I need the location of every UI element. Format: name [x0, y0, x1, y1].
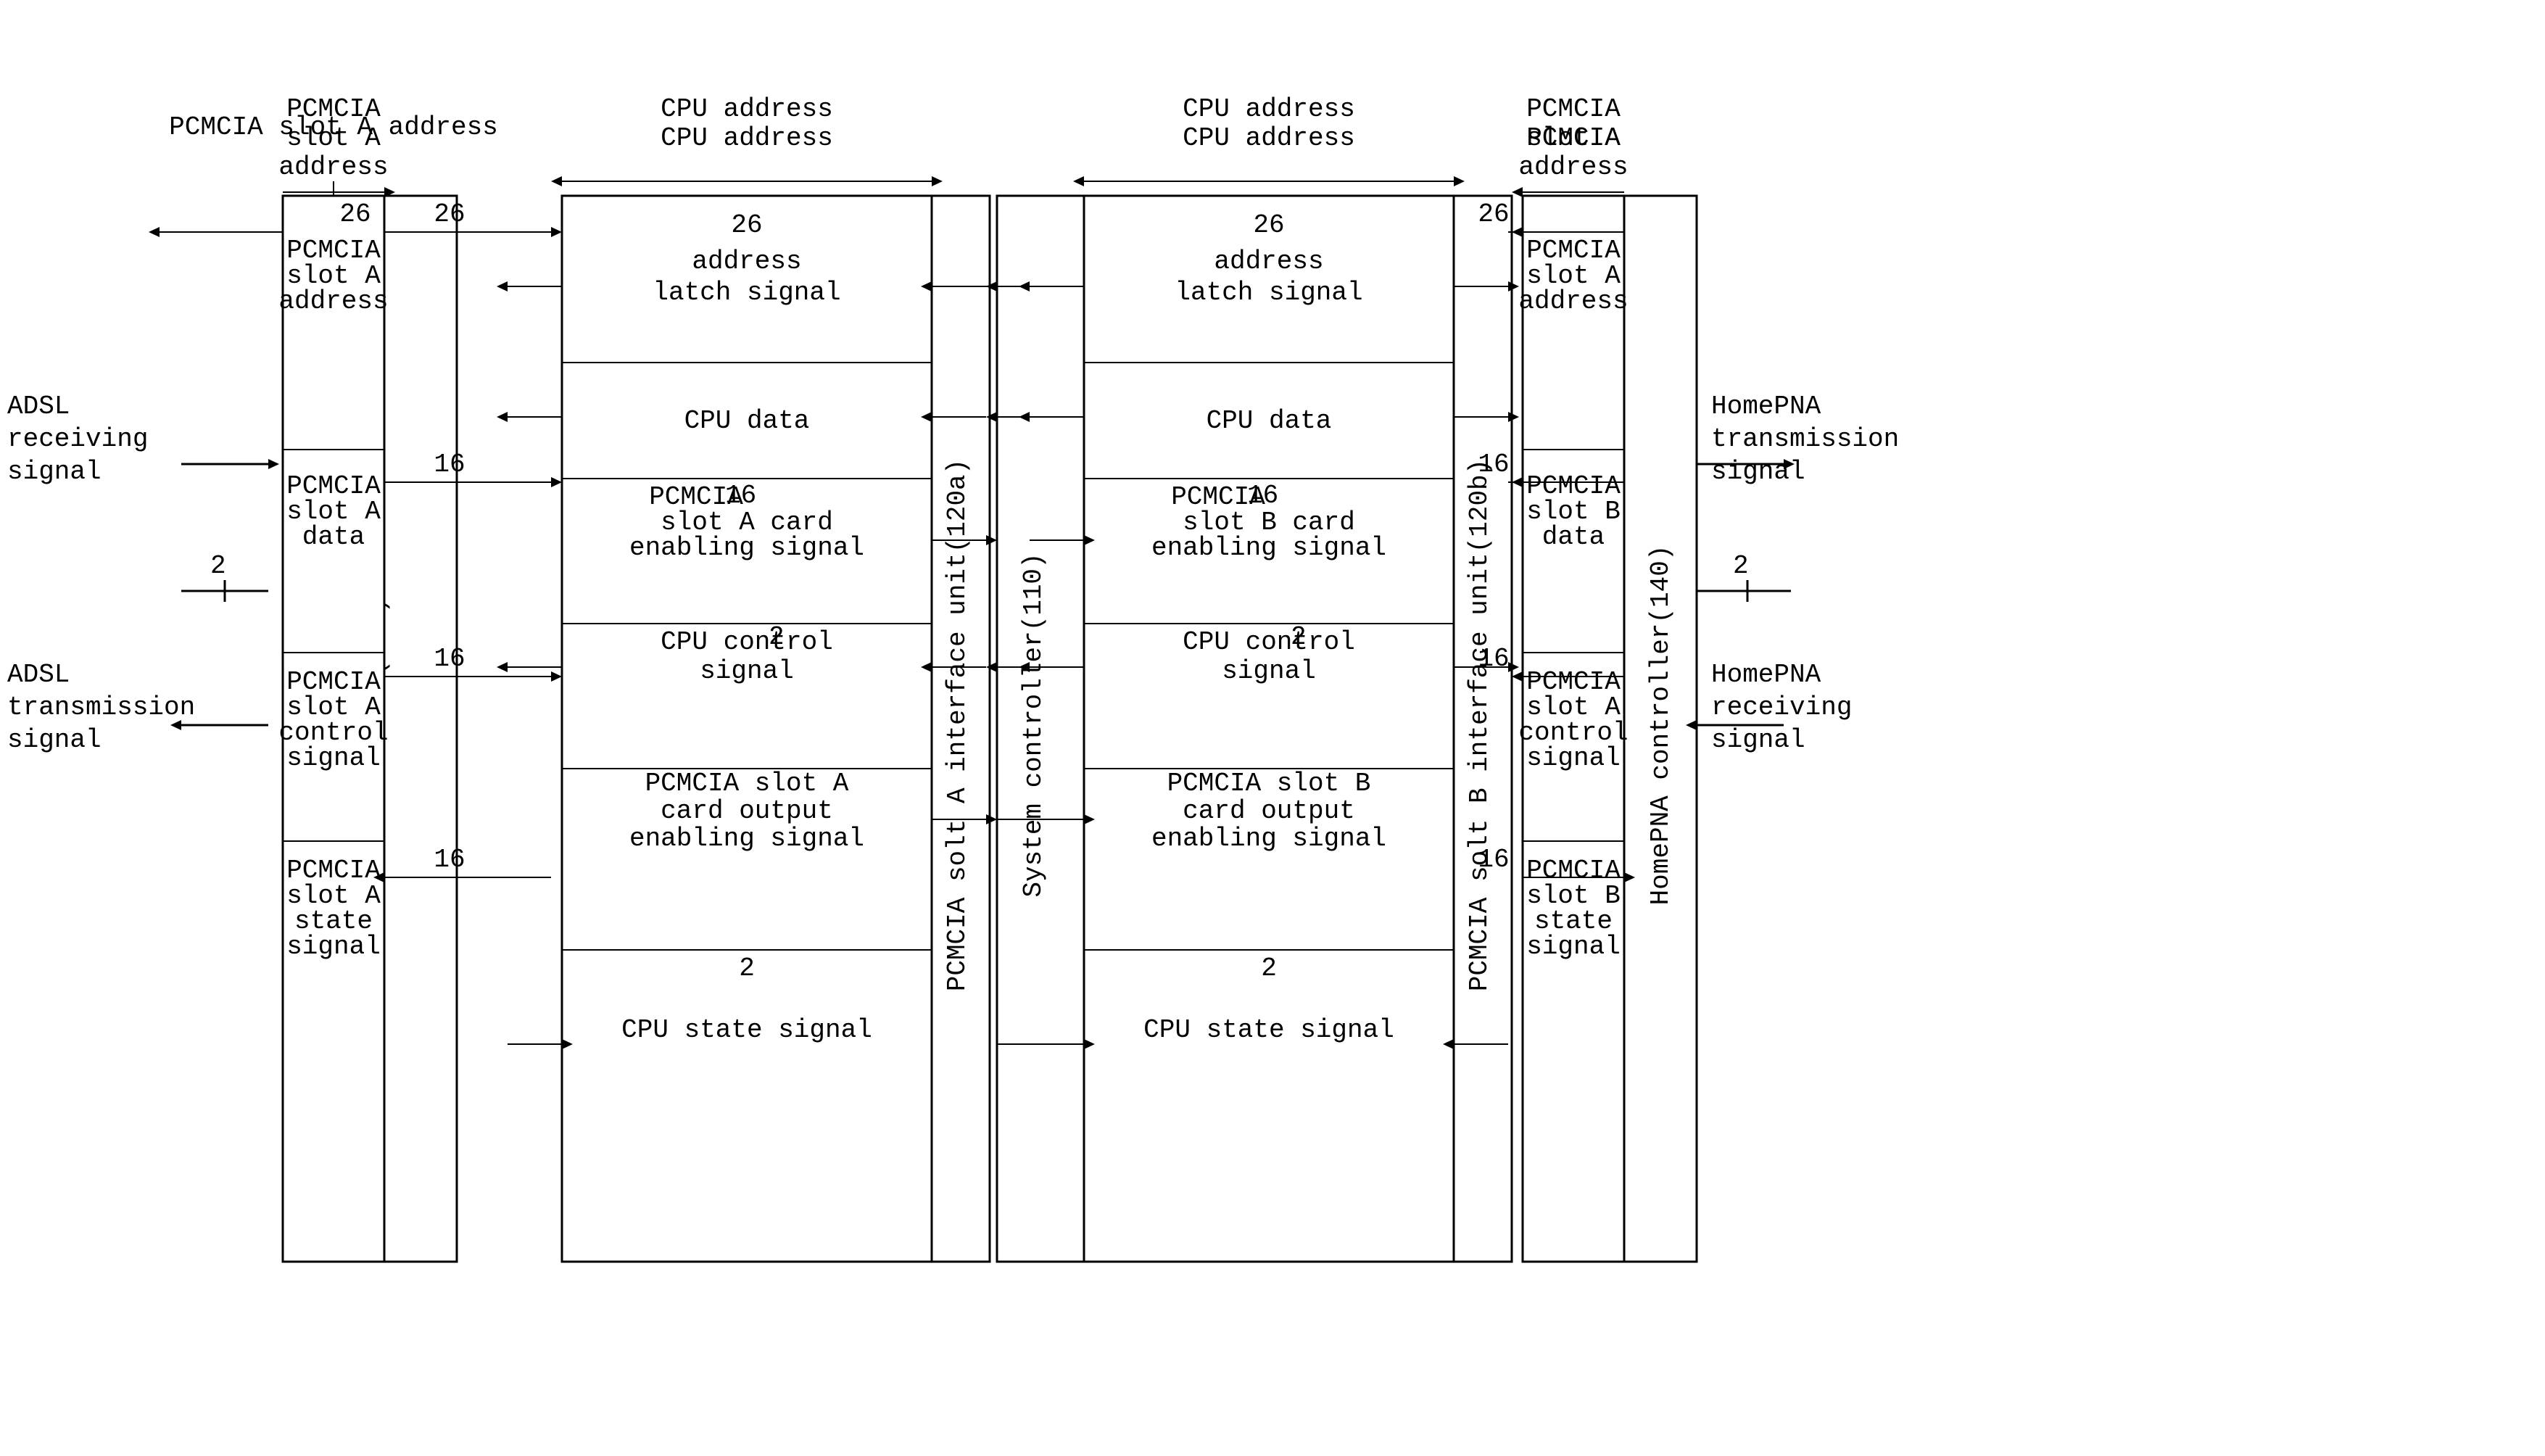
top-cpu-addr-label-1: CPU address: [661, 94, 833, 124]
pcmcia-a-row1-text1: address: [692, 247, 801, 276]
pcmcia-b-row5-text2: card output: [1183, 796, 1355, 826]
pcmcia-b-row1-num: 26: [1253, 210, 1284, 240]
svg-text:address: address: [278, 286, 388, 316]
homepna-transmission-label: HomePNA: [1711, 392, 1821, 421]
svg-text:16: 16: [1247, 481, 1278, 510]
pcmcia-a-row3-text3: enabling signal: [629, 533, 864, 563]
top-cpu-label-pcmcia-b: CPU address: [1183, 123, 1355, 153]
bus-26-1: 26: [434, 199, 465, 229]
pcmcia-a-row4-text2: signal: [700, 656, 794, 686]
top-pcmcia-slot-a-addr: PCMCIA slot A address: [169, 112, 498, 142]
bus-26-adsl-addr: 26: [339, 199, 371, 229]
bus-16-3: 16: [434, 845, 465, 874]
homepna-receiving-label: HomePNA: [1711, 660, 1821, 690]
svg-text:data: data: [1542, 522, 1605, 552]
homepna-bus-2: 2: [1733, 551, 1749, 581]
pcmcia-a-row4-text1: CPU control: [661, 627, 833, 657]
adsl-transmission-label: ADSL: [7, 660, 70, 690]
top-cpu-addr-label-2: CPU address: [1183, 94, 1355, 124]
svg-text:address: address: [1518, 286, 1628, 316]
svg-text:signal: signal: [1526, 743, 1621, 773]
svg-text:signal: signal: [286, 932, 381, 961]
pcmcia-b-row1-text2: latch signal: [1175, 278, 1362, 307]
pcmcia-a-row1-num: 26: [731, 210, 762, 240]
homepna-controller-label: HomePNA controller(140): [1646, 545, 1676, 906]
pcmcia-b-row5-text1: PCMCIA slot B: [1167, 769, 1371, 798]
pcmcia-a-row5-text1: PCMCIA slot A: [645, 769, 849, 798]
adsl-bus-2: 2: [210, 551, 226, 581]
svg-text:16: 16: [725, 481, 756, 510]
pcmcia-b-row4-text1: CPU control: [1183, 627, 1355, 657]
top-cpu-label-pcmcia-a: CPU address: [661, 123, 833, 153]
pcmcia-b-row1-text1: address: [1214, 247, 1323, 276]
pcmcia-a-row5-text2: card output: [661, 796, 833, 826]
top-homepna-addr-label: PCMCIA: [1526, 123, 1621, 153]
adsl-receiving-label3: signal: [7, 457, 102, 487]
top-label-homepna-addr: PCMCIA: [1526, 94, 1621, 124]
system-controller-label: System controller(110): [1019, 553, 1048, 897]
pcmcia-b-row2-text: CPU data: [1207, 406, 1332, 436]
svg-text:signal: signal: [286, 743, 381, 773]
homepna-transmission-label2: transmission: [1711, 424, 1899, 454]
adsl-transmission-label3: signal: [7, 725, 102, 755]
bus-16-homepna-data: 16: [1478, 450, 1509, 479]
svg-text:data: data: [302, 522, 365, 552]
pcmcia-b-row3-text3: enabling signal: [1151, 533, 1386, 563]
bus-16-homepna-ctrl: 16: [1478, 644, 1509, 674]
adsl-receiving-label2: receiving: [7, 424, 148, 454]
svg-text:signal: signal: [1526, 932, 1621, 961]
pcmcia-a-row5-text3: enabling signal: [629, 824, 864, 853]
pcmcia-b-row4-text2: signal: [1222, 656, 1316, 686]
pcmcia-a-row2-text: CPU data: [684, 406, 810, 436]
pcmcia-a-row1-text2: latch signal: [653, 278, 840, 307]
svg-text:address: address: [1518, 152, 1628, 182]
pcmcia-a-row6-text: CPU state signal: [621, 1015, 872, 1045]
pcmcia-a-row6-num: 2: [739, 954, 755, 983]
homepna-receiving-label2: receiving: [1711, 692, 1852, 722]
svg-text:2: 2: [1291, 622, 1307, 652]
pcmcia-b-row6-num: 2: [1261, 954, 1277, 983]
adsl-receiving-label: ADSL: [7, 392, 70, 421]
homepna-transmission-label3: signal: [1711, 457, 1805, 487]
svg-text:2: 2: [769, 622, 785, 652]
bus-16-homepna-state: 16: [1478, 845, 1509, 874]
bus-26-homepna: 26: [1478, 199, 1509, 229]
svg-text:address: address: [278, 152, 388, 182]
diagram-svg: text { font-family: 'Courier New', Couri…: [0, 0, 2545, 1452]
bus-16-2: 16: [434, 644, 465, 674]
pcmcia-b-row6-text: CPU state signal: [1143, 1015, 1394, 1045]
pcmcia-b-label: PCMCIA solt B interface unit(120b): [1465, 459, 1494, 992]
homepna-receiving-label3: signal: [1711, 725, 1805, 755]
bus-16-1: 16: [434, 450, 465, 479]
pcmcia-a-label: PCMCIA solt A interface unit(120a): [943, 459, 972, 992]
pcmcia-b-row5-text3: enabling signal: [1151, 824, 1386, 853]
adsl-transmission-label2: transmission: [7, 692, 195, 722]
